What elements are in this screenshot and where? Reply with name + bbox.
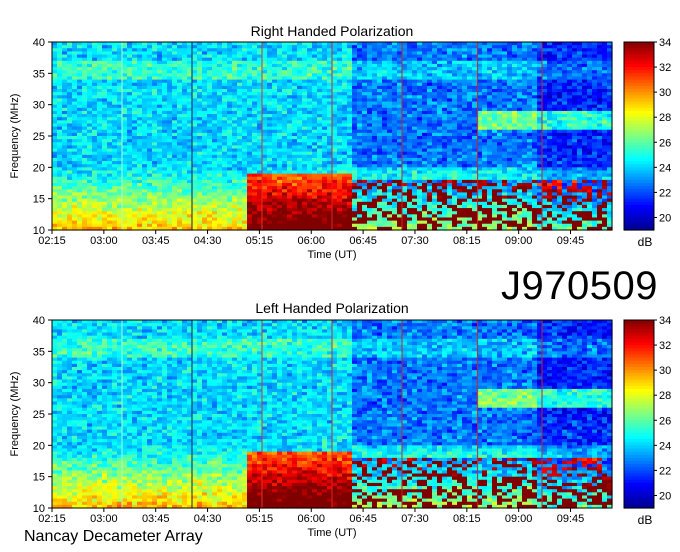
x-tick-label: 02:15 <box>38 513 66 525</box>
x-tick-label: 05:15 <box>246 513 274 525</box>
colorbar-tick-label: 20 <box>659 490 671 502</box>
y-tick-label: 35 <box>33 346 45 358</box>
colorbar-tick-label: 34 <box>659 315 671 327</box>
x-tick-label: 07:30 <box>401 513 429 525</box>
colorbar-tick-label: 22 <box>659 465 671 477</box>
colorbar <box>624 320 654 509</box>
x-tick-label: 06:45 <box>349 513 377 525</box>
colorbar-label: dB <box>638 513 653 527</box>
x-tick-label: 06:00 <box>297 513 325 525</box>
spectrogram-image <box>52 320 613 509</box>
x-tick-label: 04:30 <box>194 513 222 525</box>
colorbar-tick-label: 28 <box>659 390 671 402</box>
spectrogram-left: 10152025303540Frequency (MHz)02:15 03:00 0… <box>9 315 671 527</box>
y-axis-label: Frequency (MHz) <box>9 372 21 457</box>
colorbar-tick-label: 26 <box>659 415 671 427</box>
y-tick-label: 40 <box>33 315 45 327</box>
y-tick-label: 20 <box>33 440 45 452</box>
colorbar-tick-label: 24 <box>659 440 671 452</box>
y-tick-label: 15 <box>33 472 45 484</box>
y-tick-label: 30 <box>33 378 45 390</box>
colorbar-tick-label: 30 <box>659 365 671 377</box>
x-tick-label: 03:45 <box>142 513 170 525</box>
x-tick-label: 08:15 <box>453 513 481 525</box>
x-tick-label: 09:00 <box>505 513 533 525</box>
x-tick-label: 03:00 <box>90 513 118 525</box>
instrument-label: Nancay Decameter Array <box>24 528 203 545</box>
colorbar-tick-label: 32 <box>659 340 671 352</box>
x-tick-label: 09:45 <box>557 513 585 525</box>
y-tick-label: 25 <box>33 409 45 421</box>
